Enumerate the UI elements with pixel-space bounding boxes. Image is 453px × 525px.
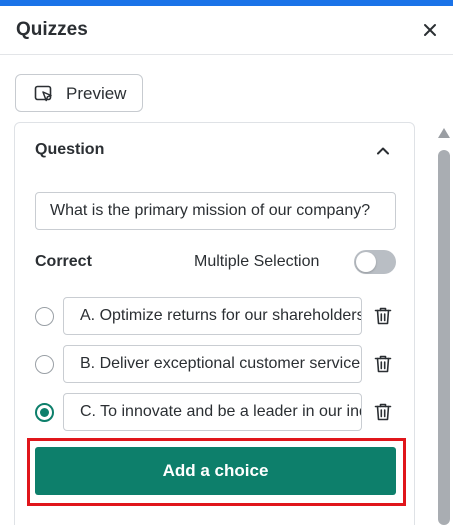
- preview-label: Preview: [66, 84, 127, 103]
- scroll-thumb[interactable]: [438, 150, 450, 525]
- choice-text-input[interactable]: C. To innovate and be a leader in our in…: [63, 393, 362, 431]
- question-text-input[interactable]: What is the primary mission of our compa…: [35, 192, 396, 230]
- preview-button[interactable]: Preview: [15, 74, 143, 112]
- trash-icon[interactable]: [373, 354, 393, 374]
- scroll-up-arrow-icon[interactable]: [438, 128, 450, 138]
- close-icon[interactable]: [420, 20, 440, 40]
- choice-row: C. To innovate and be a leader in our in…: [15, 393, 416, 431]
- choice-radio[interactable]: [35, 403, 54, 422]
- choice-radio[interactable]: [35, 355, 54, 374]
- multiple-selection-label: Multiple Selection: [194, 253, 320, 270]
- choice-radio[interactable]: [35, 307, 54, 326]
- chevron-up-icon[interactable]: [375, 143, 391, 159]
- scrollbar[interactable]: [436, 122, 452, 525]
- trash-icon[interactable]: [373, 306, 393, 326]
- preview-icon: [34, 84, 54, 104]
- choice-row: B. Deliver exceptional customer service: [15, 345, 416, 383]
- choice-text-input[interactable]: B. Deliver exceptional customer service: [63, 345, 362, 383]
- panel-title: Quizzes: [16, 19, 88, 40]
- trash-icon[interactable]: [373, 402, 393, 422]
- question-heading: Question: [35, 141, 105, 158]
- panel-header: Quizzes: [0, 6, 453, 55]
- add-choice-button[interactable]: Add a choice: [35, 447, 396, 495]
- multiple-selection-toggle[interactable]: [354, 250, 396, 274]
- correct-label: Correct: [35, 253, 92, 270]
- choice-row: A. Optimize returns for our shareholders: [15, 297, 416, 335]
- toggle-knob: [356, 252, 376, 272]
- choice-text-input[interactable]: A. Optimize returns for our shareholders: [63, 297, 362, 335]
